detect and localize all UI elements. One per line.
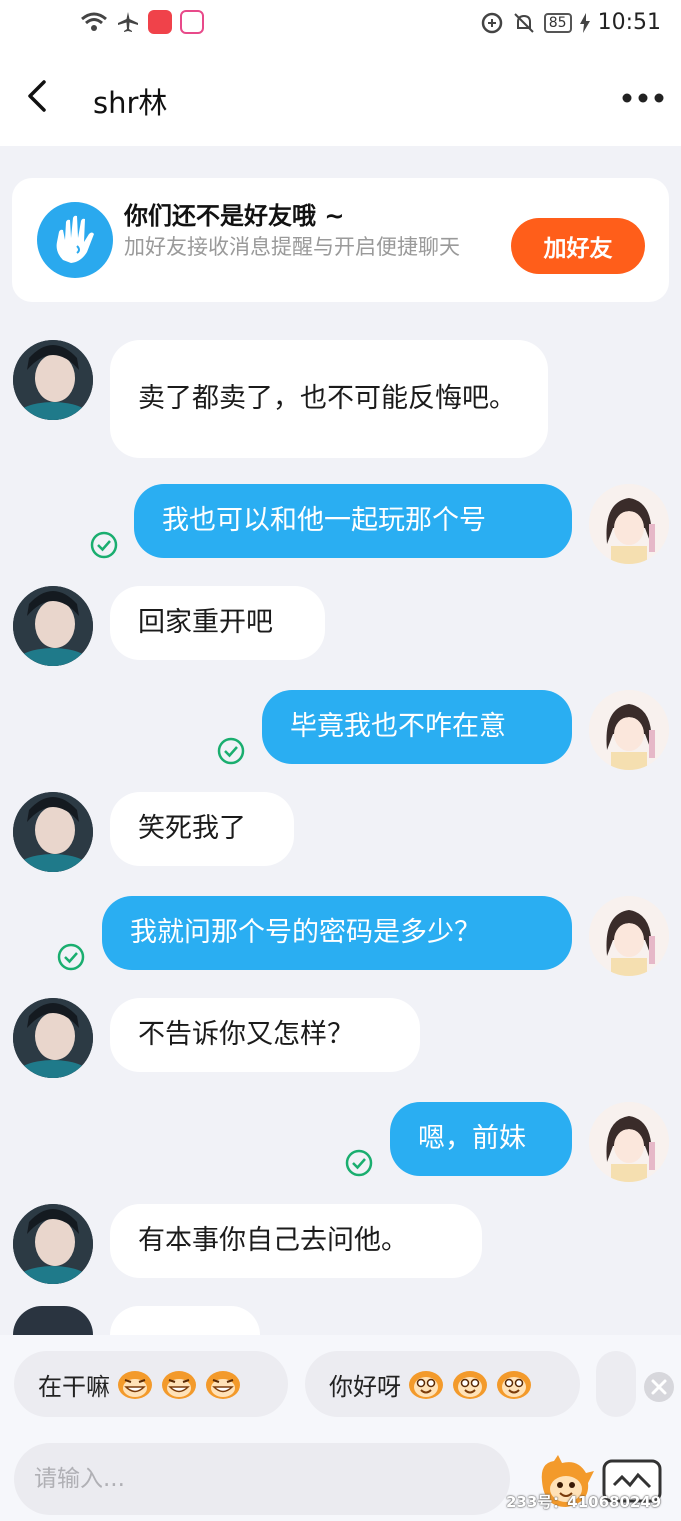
battery-level: 85 — [543, 12, 572, 33]
airplane-icon — [118, 12, 138, 32]
wifi-icon — [81, 12, 107, 31]
shopping-app-icon — [148, 10, 172, 34]
back-arrow-icon[interactable] — [18, 76, 58, 116]
contact-avatar[interactable] — [13, 340, 93, 420]
message-text: 笑死我了 — [138, 813, 246, 844]
message-bubble-outgoing[interactable]: 我也可以和他一起玩那个号 — [134, 484, 572, 558]
message-text: 回家重开吧 — [138, 607, 273, 638]
message-text: 我就问那个号的密码是多少？ — [130, 917, 481, 948]
read-check-icon — [345, 1149, 373, 1177]
message-bubble-outgoing[interactable]: 嗯，前妹 — [390, 1102, 572, 1176]
message-text: 卖了都卖了，也不可能反悔吧。 — [138, 383, 516, 414]
message-bubble-incoming[interactable]: 有本事你自己去问他。 — [110, 1204, 482, 1278]
quick-reply-label: 你好呀 — [329, 1372, 401, 1401]
video-app-icon — [180, 10, 204, 34]
laughing-monkey-icon — [162, 1371, 196, 1399]
message-bubble-incoming[interactable]: 笑死我了 — [110, 792, 294, 866]
clock: 10:51 — [597, 10, 661, 35]
message-input-box[interactable] — [14, 1443, 510, 1515]
message-bubble-incoming[interactable]: 卖了都卖了，也不可能反悔吧。 — [110, 340, 548, 458]
read-check-icon — [217, 737, 245, 765]
contact-avatar[interactable] — [13, 1306, 93, 1335]
message-bubble-incoming[interactable] — [110, 1306, 260, 1335]
watermark-text: 233号：410680249 — [506, 1493, 662, 1511]
mute-bell-icon — [514, 12, 534, 33]
message-bubble-outgoing[interactable]: 我就问那个号的密码是多少？ — [102, 896, 572, 970]
contact-avatar[interactable] — [13, 586, 93, 666]
message-bubble-incoming[interactable]: 回家重开吧 — [110, 586, 325, 660]
laughing-monkey-icon — [206, 1371, 240, 1399]
message-text: 不告诉你又怎样？ — [138, 1019, 354, 1050]
my-avatar[interactable] — [589, 484, 669, 564]
contact-avatar[interactable] — [13, 998, 93, 1078]
my-avatar[interactable] — [589, 896, 669, 976]
read-check-icon — [90, 531, 118, 559]
composer-area: 在干嘛 你好呀 233号：410680249 — [0, 1335, 681, 1521]
more-options-icon[interactable] — [621, 78, 665, 118]
contact-avatar[interactable] — [13, 1204, 93, 1284]
message-text: 毕竟我也不咋在意 — [290, 711, 506, 742]
smiling-monkey-icon — [497, 1371, 531, 1399]
status-right: 85 10:51 — [480, 10, 661, 35]
data-saver-icon — [481, 12, 503, 33]
smiling-monkey-icon — [453, 1371, 487, 1399]
close-icon[interactable] — [643, 1371, 675, 1403]
quick-reply-chip[interactable]: 你好呀 — [305, 1351, 580, 1417]
quick-reply-label: 在干嘛 — [38, 1372, 110, 1401]
my-avatar[interactable] — [589, 1102, 669, 1182]
chat-header: shr林 — [0, 48, 681, 146]
message-text: 嗯，前妹 — [418, 1123, 526, 1154]
status-left — [80, 10, 204, 34]
hand-wave-icon — [37, 202, 113, 278]
message-text: 我也可以和他一起玩那个号 — [162, 505, 486, 536]
contact-avatar[interactable] — [13, 792, 93, 872]
banner-title: 你们还不是好友哦 ~ — [124, 202, 345, 230]
chat-title: shr林 — [93, 86, 168, 120]
my-avatar[interactable] — [589, 690, 669, 770]
add-friend-button[interactable]: 加好友 — [511, 218, 645, 274]
quick-reply-chip[interactable]: 在干嘛 — [14, 1351, 288, 1417]
message-text: 有本事你自己去问他。 — [138, 1225, 408, 1256]
not-friends-banner: 你们还不是好友哦 ~ 加好友接收消息提醒与开启便捷聊天 加好友 — [12, 178, 669, 302]
banner-subtitle: 加好友接收消息提醒与开启便捷聊天 — [124, 235, 460, 259]
read-check-icon — [57, 943, 85, 971]
message-bubble-incoming[interactable]: 不告诉你又怎样？ — [110, 998, 420, 1072]
smiling-monkey-icon — [409, 1371, 443, 1399]
quick-reply-chip[interactable] — [596, 1351, 636, 1417]
charging-icon — [579, 12, 590, 33]
message-input[interactable] — [14, 1443, 510, 1515]
message-bubble-outgoing[interactable]: 毕竟我也不咋在意 — [262, 690, 572, 764]
laughing-monkey-icon — [118, 1371, 152, 1399]
status-bar: 85 10:51 — [0, 0, 681, 48]
